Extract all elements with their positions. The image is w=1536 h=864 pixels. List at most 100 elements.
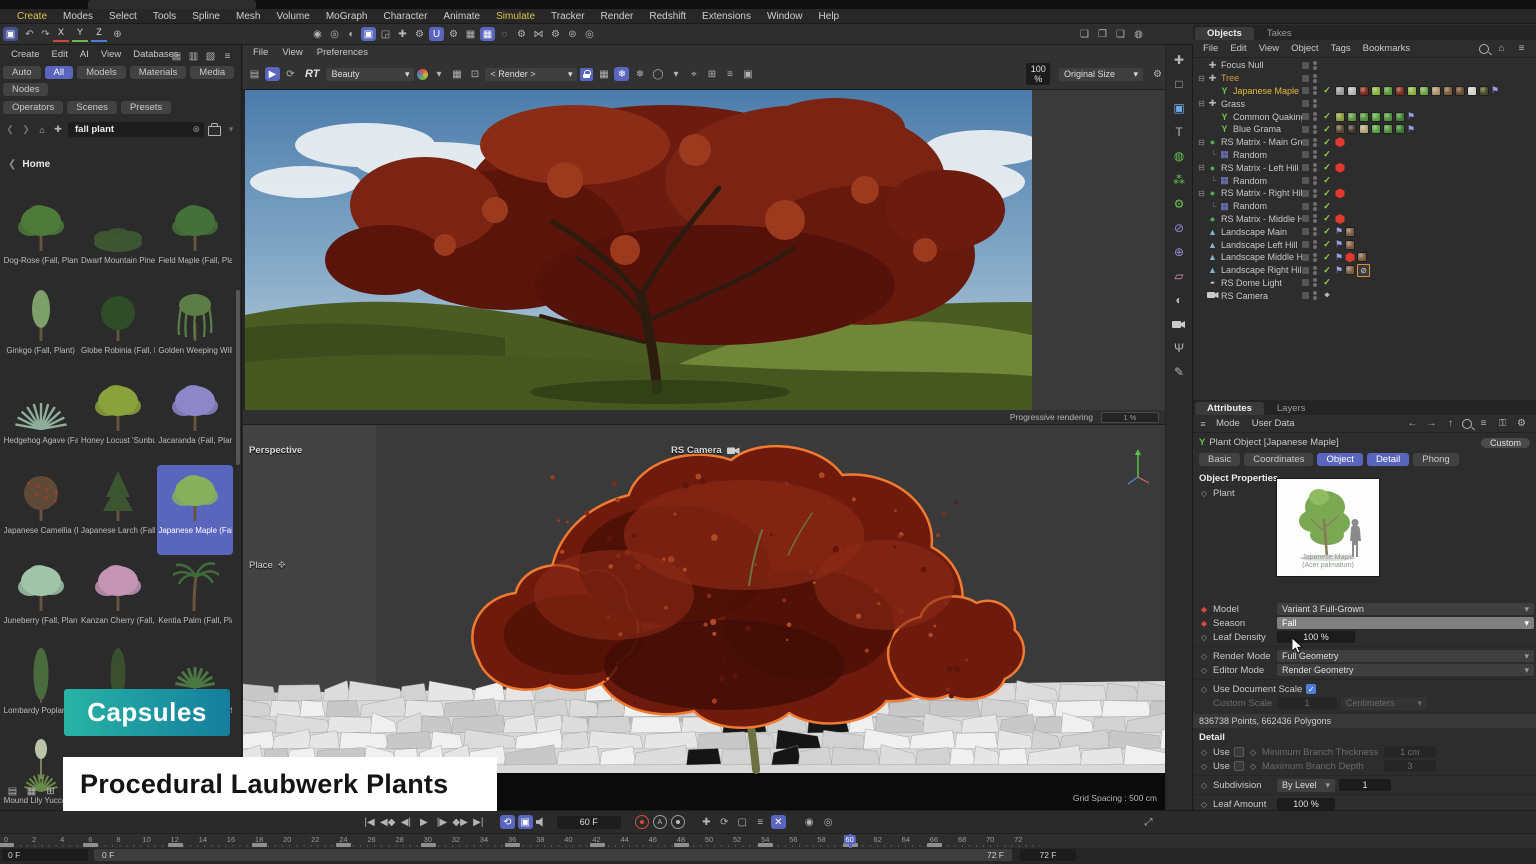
keyframe-dot-icon[interactable]: ◆ (1199, 605, 1209, 614)
material-tag[interactable] (1347, 86, 1357, 96)
frame-tick-44[interactable]: 44 (620, 835, 628, 844)
generator-icon[interactable]: ◍ (1170, 147, 1189, 164)
tab-media[interactable]: Media (190, 66, 234, 79)
polygon-icon[interactable]: ▱ (1170, 267, 1189, 284)
enabled-check-icon[interactable]: ✓ (1321, 213, 1333, 224)
tab-auto[interactable]: Auto (3, 66, 41, 79)
model-select[interactable]: Variant 3 Full-Grown▾ (1277, 603, 1534, 615)
menu-item-mograph[interactable]: MoGraph (319, 11, 375, 22)
thumb-view-icon[interactable]: ▤ (5, 784, 20, 798)
annotation-flag-tag[interactable]: ⚑ (1335, 252, 1343, 263)
layer-color-chip[interactable] (1302, 75, 1309, 82)
menu-item-file[interactable]: File (247, 47, 274, 60)
menu-item-create[interactable]: Create (10, 11, 54, 22)
layer-color-chip[interactable] (1302, 113, 1309, 120)
layout-icon[interactable]: ▣ (3, 27, 18, 41)
enabled-check-icon[interactable]: ✓ (1321, 277, 1333, 288)
asset-item-globe-robinia[interactable]: Globe Robinia (Fall, Pl... (80, 285, 156, 375)
asset-item-japanese-camellia[interactable]: Japanese Camellia (Fal... (3, 465, 79, 555)
tab-object[interactable]: Object (1317, 453, 1362, 466)
simulate-gear-icon[interactable]: ⚙ (514, 27, 529, 41)
enabled-check-icon[interactable]: ✓ (1321, 265, 1333, 276)
asset-item-juneberry[interactable]: Juneberry (Fall, Plant) (3, 555, 79, 645)
search-icon[interactable] (1462, 419, 1472, 429)
record-icon[interactable] (635, 815, 649, 829)
save-all-icon[interactable]: ❑ (1113, 27, 1128, 41)
object-row-grass[interactable]: ⊟✚Grass (1193, 97, 1536, 110)
frame-tick-38[interactable]: 38 (536, 835, 544, 844)
layer-color-chip[interactable] (1302, 279, 1309, 286)
layer-color-chip[interactable] (1302, 292, 1309, 299)
frame-tick-10[interactable]: 10 (142, 835, 150, 844)
play-icon[interactable]: ▶ (265, 67, 280, 81)
menu-item-view[interactable]: View (96, 49, 126, 60)
annotation-flag-tag[interactable]: ⚑ (1335, 239, 1343, 250)
db2-icon[interactable]: ▥ (186, 49, 201, 63)
timeline-ruler[interactable]: 0246810121416182022242628303234363840424… (0, 833, 1536, 848)
tab-all[interactable]: All (45, 66, 74, 79)
annotation-flag-tag[interactable]: ⚑ (1407, 111, 1415, 122)
redshift-object-tag[interactable] (1335, 188, 1345, 198)
layer-color-chip[interactable] (1302, 203, 1309, 210)
x-axis-lock-button[interactable]: X (53, 27, 69, 42)
solo-off-icon[interactable]: ◎ (821, 815, 836, 829)
add-icon[interactable]: ✚ (52, 123, 64, 137)
pen-icon[interactable]: ✎ (1170, 363, 1189, 380)
prev-key-icon[interactable]: ◀◆ (380, 815, 395, 829)
snowflake-icon[interactable]: ❄ (614, 67, 629, 81)
modeling-plus-icon[interactable]: ◲ (378, 27, 393, 41)
layer-color-chip[interactable] (1302, 139, 1309, 146)
dither-icon[interactable]: ▦ (449, 67, 464, 81)
layer-color-chip[interactable] (1302, 215, 1309, 222)
z-axis-lock-button[interactable]: Z (91, 27, 107, 42)
visibility-dots[interactable] (1313, 291, 1317, 300)
visibility-dots[interactable] (1313, 99, 1317, 108)
enabled-check-icon[interactable]: ✓ (1321, 149, 1333, 160)
redshift-object-tag[interactable] (1335, 137, 1345, 147)
menu-item-view[interactable]: View (276, 47, 308, 60)
material-tag[interactable] (1335, 86, 1345, 96)
frame-tick-4[interactable]: 4 (60, 835, 64, 844)
layer-color-chip[interactable] (1302, 241, 1309, 248)
enabled-check-icon[interactable]: ✓ (1321, 239, 1333, 250)
asset-item-hedgehog-agave[interactable]: Hedgehog Agave (Fall... (3, 375, 79, 465)
layer-color-chip[interactable] (1302, 228, 1309, 235)
frame-tick-64[interactable]: 64 (902, 835, 910, 844)
material-tag[interactable] (1335, 124, 1345, 134)
expander-icon[interactable]: ⊟ (1197, 163, 1206, 172)
visibility-dots[interactable] (1313, 189, 1317, 198)
frame-tick-70[interactable]: 70 (986, 835, 994, 844)
frame-tick-2[interactable]: 2 (32, 835, 36, 844)
enabled-check-icon[interactable]: ✓ (1321, 85, 1333, 96)
material-tag[interactable] (1347, 112, 1357, 122)
frame-tick-58[interactable]: 58 (817, 835, 825, 844)
custom-button[interactable]: Custom (1481, 438, 1530, 448)
lockflat-icon[interactable]: ⚿ (1495, 417, 1510, 431)
menu-item-tools[interactable]: Tools (146, 11, 183, 22)
menu-item-ai[interactable]: AI (75, 49, 94, 60)
asset-item-dog-rose[interactable]: Dog-Rose (Fall, Plant) (3, 195, 79, 285)
play-icon[interactable]: ▶ (416, 815, 431, 829)
object-row-common-quaking-grass[interactable]: YCommon Quaking Grass✓⚑ (1193, 110, 1536, 123)
paint-select-icon[interactable]: ◐ (344, 27, 359, 41)
takes-icon[interactable]: ▣ (518, 815, 533, 829)
globe-icon[interactable]: ◍ (1131, 27, 1146, 41)
visibility-dots[interactable] (1313, 86, 1317, 95)
frame-tick-12[interactable]: 12 (171, 835, 179, 844)
frame-tick-66[interactable]: 66 (930, 835, 938, 844)
snap-gear-icon[interactable]: ⚙ (446, 27, 461, 41)
object-row-landscape-main[interactable]: ▲Landscape Main✓⚑ (1193, 225, 1536, 238)
enabled-check-icon[interactable]: ✓ (1321, 175, 1333, 186)
tab-presets[interactable]: Presets (121, 101, 171, 114)
quantize-grid-icon[interactable]: ▦ (480, 27, 495, 41)
axis-icon[interactable]: ✚ (395, 27, 410, 41)
asset-item-kentia-palm[interactable]: Kentia Palm (Fall, Plant) (157, 555, 233, 645)
enabled-check-icon[interactable]: ✓ (1321, 124, 1333, 135)
home-icon[interactable]: ⌂ (1494, 42, 1509, 56)
edit-db-icon[interactable]: ▧ (203, 49, 218, 63)
field-icon[interactable]: ⊘ (1170, 219, 1189, 236)
object-row-rs-matrix-main-ground[interactable]: ⊟●RS Matrix - Main Ground✓ (1193, 136, 1536, 149)
annotation-flag-tag[interactable]: ⚑ (1335, 226, 1343, 237)
menu-item-file[interactable]: File (1197, 43, 1224, 54)
falloff-icon[interactable]: ⊕ (1170, 243, 1189, 260)
